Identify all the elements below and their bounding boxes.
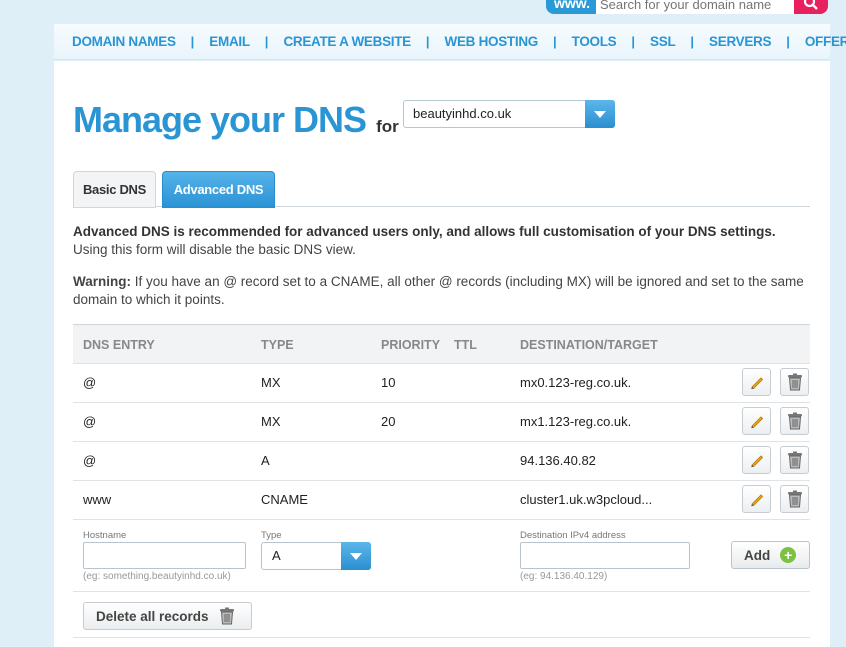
delete-record-button[interactable] — [780, 407, 809, 435]
nav-create-website[interactable]: CREATE A WEBSITE — [283, 34, 411, 49]
top-search-bar: www. — [0, 0, 846, 22]
nav-tools[interactable]: TOOLS — [572, 34, 617, 49]
title-row: Manage your DNS for — [73, 99, 399, 141]
trash-icon — [787, 412, 802, 430]
nav-separator: | — [631, 34, 636, 49]
cell-priority: 20 — [381, 414, 396, 429]
cell-dns-entry: @ — [83, 375, 97, 390]
hostname-hint: (eg: something.beautyinhd.co.uk) — [83, 571, 231, 582]
hostname-input[interactable] — [83, 542, 246, 569]
nav-separator: | — [264, 34, 269, 49]
cell-type: MX — [261, 414, 281, 429]
warning-body: If you have an @ record set to a CNAME, … — [73, 274, 804, 307]
nav-separator: | — [190, 34, 195, 49]
destination-hint: (eg: 94.136.40.129) — [520, 571, 608, 582]
table-row: @ A 94.136.40.82 — [73, 442, 810, 481]
destination-input[interactable] — [520, 542, 690, 569]
add-record-form: Hostname (eg: something.beautyinhd.co.uk… — [73, 520, 810, 592]
domain-select-value: beautyinhd.co.uk — [413, 106, 512, 121]
table-row: @ MX 20 mx1.123-reg.co.uk. — [73, 403, 810, 442]
edit-record-button[interactable] — [742, 485, 771, 513]
tab-advanced-dns[interactable]: Advanced DNS — [162, 171, 275, 208]
header-destination: DESTINATION/TARGET — [520, 338, 658, 352]
cell-type: A — [261, 453, 270, 468]
delete-record-button[interactable] — [780, 368, 809, 396]
type-label: Type — [261, 530, 282, 541]
delete-record-button[interactable] — [780, 485, 809, 513]
main-nav: DOMAIN NAMES | EMAIL | CREATE A WEBSITE … — [54, 24, 846, 60]
warning-text: Warning: If you have an @ record set to … — [73, 273, 813, 309]
main-panel: Manage your DNS for beautyinhd.co.uk Bas… — [54, 61, 830, 647]
pencil-icon — [750, 377, 763, 390]
edit-record-button[interactable] — [742, 446, 771, 474]
delete-all-records-button[interactable]: Delete all records — [83, 602, 252, 630]
destination-label: Destination IPv4 address — [520, 530, 626, 541]
add-button-label: Add — [744, 547, 771, 563]
trash-icon — [219, 607, 234, 625]
header-priority: PRIORITY — [381, 338, 441, 352]
cell-destination: mx1.123-reg.co.uk. — [520, 414, 632, 429]
tab-basic-dns[interactable]: Basic DNS — [73, 171, 156, 208]
cell-dns-entry: @ — [83, 453, 97, 468]
cell-dns-entry: @ — [83, 414, 97, 429]
search-icon — [803, 0, 818, 10]
header-type: TYPE — [261, 338, 294, 352]
table-row: @ MX 10 mx0.123-reg.co.uk. — [73, 364, 810, 403]
pencil-icon — [750, 416, 763, 429]
for-label: for — [376, 117, 399, 136]
nav-web-hosting[interactable]: WEB HOSTING — [445, 34, 539, 49]
header-ttl: TTL — [454, 338, 477, 352]
dns-tabs: Basic DNS Advanced DNS — [73, 171, 810, 208]
cell-destination: 94.136.40.82 — [520, 453, 596, 468]
pencil-icon — [750, 455, 763, 468]
nav-servers[interactable]: SERVERS — [709, 34, 771, 49]
warning-label: Warning: — [73, 274, 131, 289]
nav-domain-names[interactable]: DOMAIN NAMES — [72, 34, 176, 49]
nav-ssl[interactable]: SSL — [650, 34, 676, 49]
cell-dns-entry: www — [83, 492, 112, 507]
nav-email[interactable]: EMAIL — [209, 34, 250, 49]
nav-separator: | — [786, 34, 790, 49]
chevron-down-icon[interactable] — [341, 542, 371, 570]
pencil-icon — [750, 494, 763, 507]
header-dns-entry: DNS ENTRY — [83, 338, 155, 352]
type-select[interactable]: A — [261, 542, 371, 570]
table-row: www CNAME cluster1.uk.w3pcloud... — [73, 481, 810, 520]
add-button[interactable]: Add + — [731, 541, 810, 569]
nav-separator: | — [690, 34, 695, 49]
cell-type: CNAME — [261, 492, 308, 507]
nav-separator: | — [425, 34, 430, 49]
cell-type: MX — [261, 375, 281, 390]
edit-record-button[interactable] — [742, 368, 771, 396]
dns-table: DNS ENTRY TYPE PRIORITY TTL DESTINATION/… — [73, 324, 810, 638]
delete-all-label: Delete all records — [96, 608, 209, 624]
search-button[interactable] — [794, 0, 828, 14]
table-body: @ MX 10 mx0.123-reg.co.uk. @ MX 20 mx1.123-reg.… — [73, 364, 810, 520]
domain-search-input[interactable] — [596, 0, 794, 14]
table-header: DNS ENTRY TYPE PRIORITY TTL DESTINATION/… — [73, 324, 810, 364]
nav-offers[interactable]: OFFERS — [805, 34, 846, 49]
cell-priority: 10 — [381, 375, 396, 390]
cell-destination: mx0.123-reg.co.uk. — [520, 375, 632, 390]
hostname-label: Hostname — [83, 530, 127, 541]
info-text: Advanced DNS is recommended for advanced… — [73, 223, 813, 259]
table-footer: Delete all records — [73, 592, 810, 638]
cell-destination: cluster1.uk.w3pcloud... — [520, 492, 653, 507]
page-title: Manage your DNS — [73, 99, 367, 140]
info-rest: Using this form will disable the basic D… — [73, 242, 356, 257]
trash-icon — [787, 451, 802, 469]
info-bold: Advanced DNS is recommended for advanced… — [73, 224, 776, 239]
domain-select[interactable]: beautyinhd.co.uk — [403, 100, 615, 128]
plus-icon: + — [780, 547, 797, 563]
www-label: www. — [546, 0, 598, 14]
edit-record-button[interactable] — [742, 407, 771, 435]
type-select-value: A — [272, 548, 281, 563]
trash-icon — [787, 373, 802, 391]
trash-icon — [787, 490, 802, 508]
chevron-down-icon[interactable] — [585, 100, 615, 128]
nav-separator: | — [552, 34, 557, 49]
delete-record-button[interactable] — [780, 446, 809, 474]
